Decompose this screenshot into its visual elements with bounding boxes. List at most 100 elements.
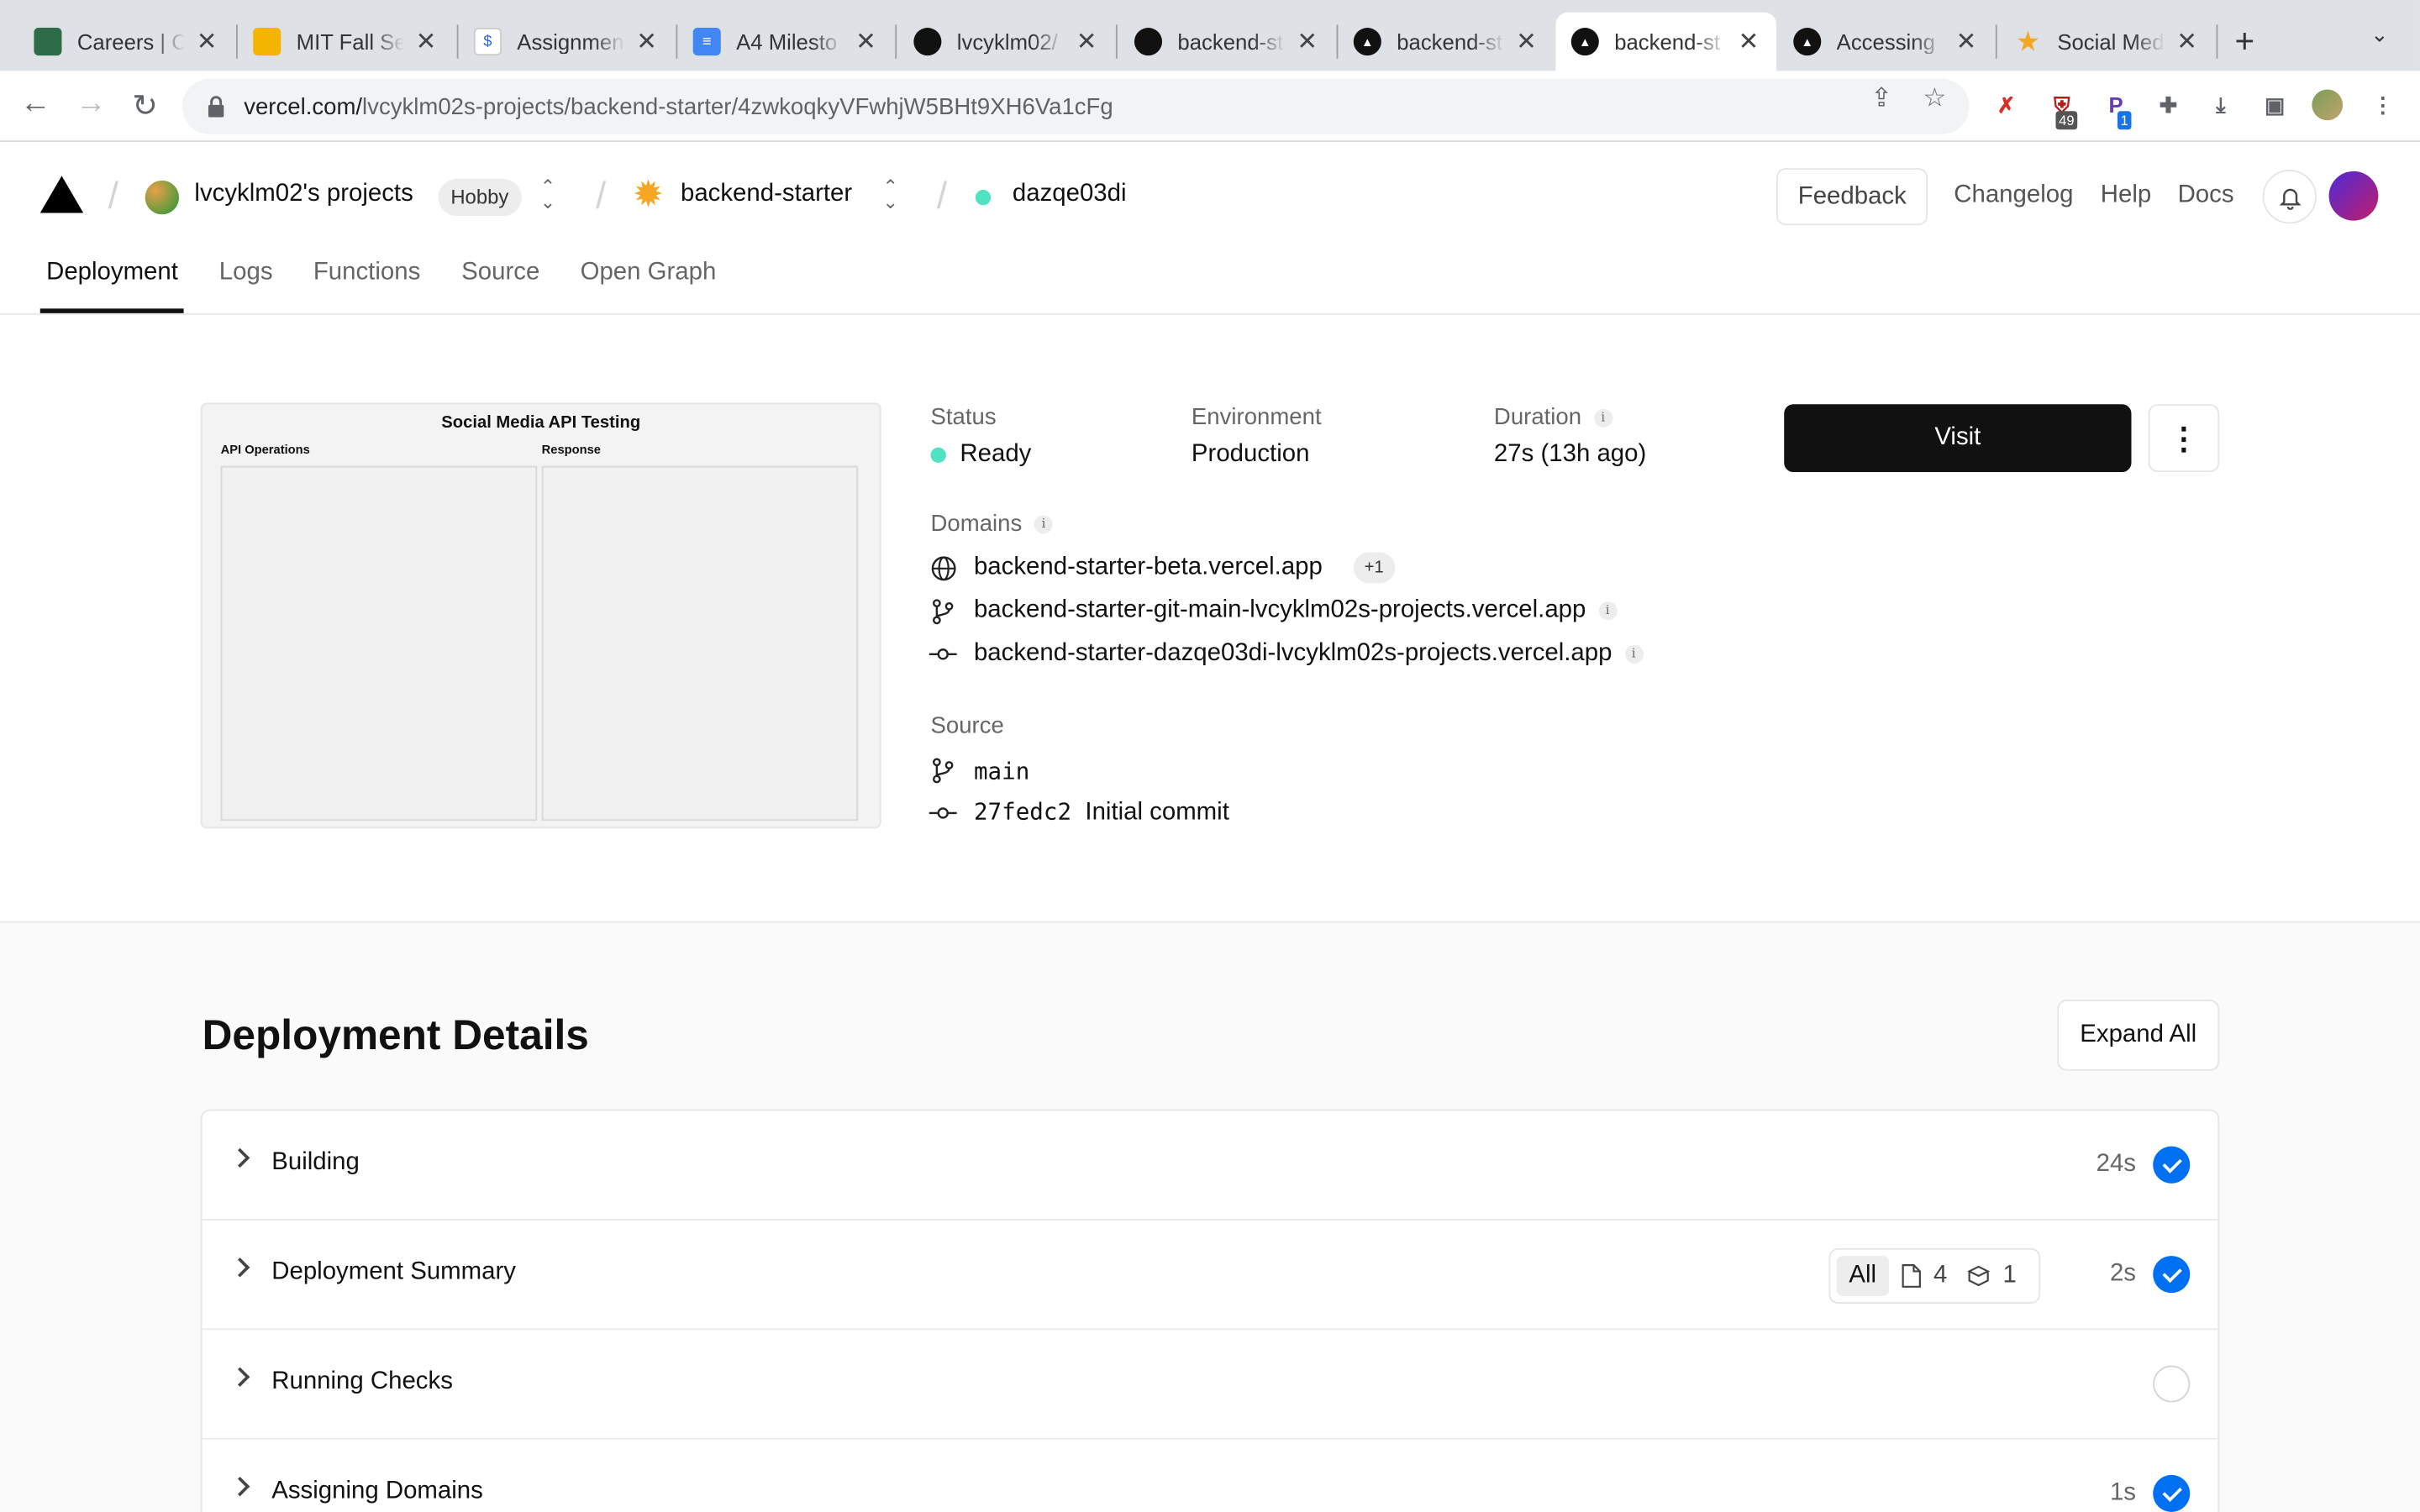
tab-deployment[interactable]: Deployment: [46, 260, 178, 287]
info-icon[interactable]: i: [1593, 407, 1612, 427]
close-tab-icon[interactable]: ✕: [194, 26, 218, 57]
browser-menu-icon[interactable]: ⋮: [2367, 90, 2398, 121]
screen: Careers | C ✕ MIT Fall Se ✕ $ Assignmen …: [0, 0, 2420, 1512]
function-icon: [1966, 1265, 1990, 1287]
globe-icon: [929, 554, 957, 581]
browser-toolbar: ← → ↻ vercel.com/lvcyklm02s-projects/bac…: [0, 71, 2420, 142]
tab-search-chevron-icon[interactable]: ⌄: [2370, 22, 2389, 48]
deployment-status-dot: [975, 189, 992, 206]
tab-open-graph[interactable]: Open Graph: [581, 260, 717, 287]
browser-tab-active[interactable]: ▲ backend-st ✕: [1555, 12, 1777, 71]
filter-files[interactable]: 4: [1901, 1262, 1947, 1289]
preview-panel: [220, 465, 538, 822]
browser-tab[interactable]: $ Assignmen ✕: [458, 13, 674, 71]
status-value: Ready: [960, 441, 1032, 468]
info-icon[interactable]: i: [1034, 514, 1053, 533]
filter-all[interactable]: All: [1836, 1256, 1889, 1296]
github-favicon-icon: [1134, 28, 1163, 56]
profile-avatar-icon[interactable]: [2312, 89, 2344, 121]
help-link[interactable]: Help: [2101, 182, 2151, 210]
check-circle-icon: [2153, 1256, 2191, 1294]
browser-tab[interactable]: ▲ backend-st ✕: [1338, 13, 1554, 71]
browser-tab[interactable]: lvcyklm02/ ✕: [898, 13, 1114, 71]
project-switcher-chevron-icon[interactable]: ⌃ ⌄: [881, 177, 900, 211]
browser-tab[interactable]: ≡ A4 Milesto ✕: [677, 13, 893, 71]
close-tab-icon[interactable]: ✕: [1954, 26, 1978, 57]
team-name[interactable]: lvcyklm02's projects: [194, 181, 413, 208]
address-bar[interactable]: vercel.com/lvcyklm02s-projects/backend-s…: [182, 78, 1970, 134]
vercel-header: / lvcyklm02's projects Hobby ⌃ ⌄ / ✹ back…: [0, 142, 2420, 315]
forward-icon[interactable]: →: [71, 87, 111, 122]
project-name[interactable]: backend-starter: [681, 181, 852, 208]
browser-tab[interactable]: ★ Social Med ✕: [1999, 13, 2215, 71]
commit-link[interactable]: 27fedc2 Initial commit: [974, 798, 1229, 827]
breadcrumb-separator: /: [595, 176, 607, 218]
branch-link[interactable]: main: [974, 758, 1029, 785]
status-label: Status: [930, 404, 997, 431]
step-deployment-summary[interactable]: Deployment Summary All 4 1 2s: [202, 1221, 2218, 1331]
close-tab-icon[interactable]: ✕: [413, 26, 438, 57]
docs-link[interactable]: Docs: [2178, 182, 2234, 210]
expand-all-button[interactable]: Expand All: [2057, 1000, 2220, 1071]
feedback-button[interactable]: Feedback: [1776, 168, 1928, 226]
extension-x-icon[interactable]: ✗: [1991, 90, 2022, 121]
environment-label: Environment: [1191, 404, 1322, 431]
more-options-button[interactable]: ⋮: [2148, 404, 2220, 473]
tab-functions[interactable]: Functions: [313, 260, 420, 287]
info-icon[interactable]: i: [1598, 601, 1618, 620]
extensions-puzzle-icon[interactable]: ✚: [2153, 90, 2184, 121]
notifications-bell-icon[interactable]: [2262, 170, 2317, 224]
close-tab-icon[interactable]: ✕: [1736, 26, 1760, 57]
browser-tab[interactable]: Careers | C ✕: [18, 13, 234, 71]
extra-domains-badge[interactable]: +1: [1353, 552, 1395, 584]
careers-favicon-icon: [34, 28, 62, 56]
step-building[interactable]: Building 24s: [202, 1110, 2218, 1221]
deployment-id[interactable]: dazqe03di: [1013, 181, 1127, 208]
git-commit-icon: [929, 640, 957, 668]
browser-tab[interactable]: MIT Fall Se ✕: [238, 13, 454, 71]
tab-source[interactable]: Source: [461, 260, 539, 287]
step-assigning-domains[interactable]: Assigning Domains 1s: [203, 1440, 2218, 1512]
team-switcher-chevron-icon[interactable]: ⌃ ⌄: [539, 177, 557, 211]
share-icon[interactable]: ⇪: [1870, 83, 1892, 114]
close-tab-icon[interactable]: ✕: [854, 26, 878, 57]
close-tab-icon[interactable]: ✕: [1514, 26, 1539, 57]
vercel-favicon-icon: ▲: [1793, 28, 1822, 56]
deployment-details-title: Deployment Details: [202, 1011, 589, 1058]
ready-dot: [930, 447, 946, 464]
visit-button[interactable]: Visit: [1784, 404, 2132, 473]
user-avatar[interactable]: [2328, 171, 2379, 221]
back-icon[interactable]: ←: [15, 87, 55, 122]
team-avatar[interactable]: [145, 180, 180, 215]
domain-link[interactable]: backend-starter-git-main-lvcyklm02s-proj…: [974, 597, 1618, 625]
browser-tab[interactable]: backend-st ✕: [1119, 13, 1335, 71]
bookmark-star-icon[interactable]: ☆: [1923, 83, 1947, 114]
changelog-link[interactable]: Changelog: [1954, 182, 2073, 210]
tab-logs[interactable]: Logs: [219, 260, 273, 287]
domain-link[interactable]: backend-starter-dazqe03di-lvcyklm02s-pro…: [974, 640, 1644, 668]
reload-icon[interactable]: ↻: [125, 87, 166, 125]
close-tab-icon[interactable]: ✕: [634, 26, 659, 57]
browser-tab[interactable]: ▲ Accessing ✕: [1778, 13, 1994, 71]
deployment-steps-accordion: Building 24s Deployment Summary All 4 1 …: [200, 1109, 2220, 1512]
breadcrumb-separator: /: [936, 176, 948, 218]
preview-panel: [541, 465, 859, 822]
close-tab-icon[interactable]: ✕: [2175, 26, 2199, 57]
source-label: Source: [930, 712, 1004, 739]
chevron-right-icon: [229, 1476, 250, 1497]
info-icon[interactable]: i: [1624, 643, 1644, 663]
close-tab-icon[interactable]: ✕: [1074, 26, 1098, 57]
side-panel-icon[interactable]: ▣: [2260, 90, 2291, 121]
deployment-preview-thumbnail[interactable]: Social Media API Testing API Operations …: [200, 402, 881, 829]
project-star-icon: ✹: [633, 174, 664, 217]
filter-functions[interactable]: 1: [1965, 1262, 2017, 1289]
file-icon: [1902, 1263, 1921, 1288]
download-icon[interactable]: ⤓: [2206, 90, 2237, 121]
vercel-logo-icon[interactable]: [39, 176, 84, 213]
new-tab-icon[interactable]: +: [2235, 22, 2255, 62]
step-running-checks[interactable]: Running Checks: [202, 1330, 2218, 1440]
close-tab-icon[interactable]: ✕: [1295, 26, 1319, 57]
domain-link[interactable]: backend-starter-beta.vercel.app: [974, 554, 1323, 581]
pending-circle-icon: [2153, 1365, 2191, 1403]
git-branch-icon: [929, 597, 957, 625]
